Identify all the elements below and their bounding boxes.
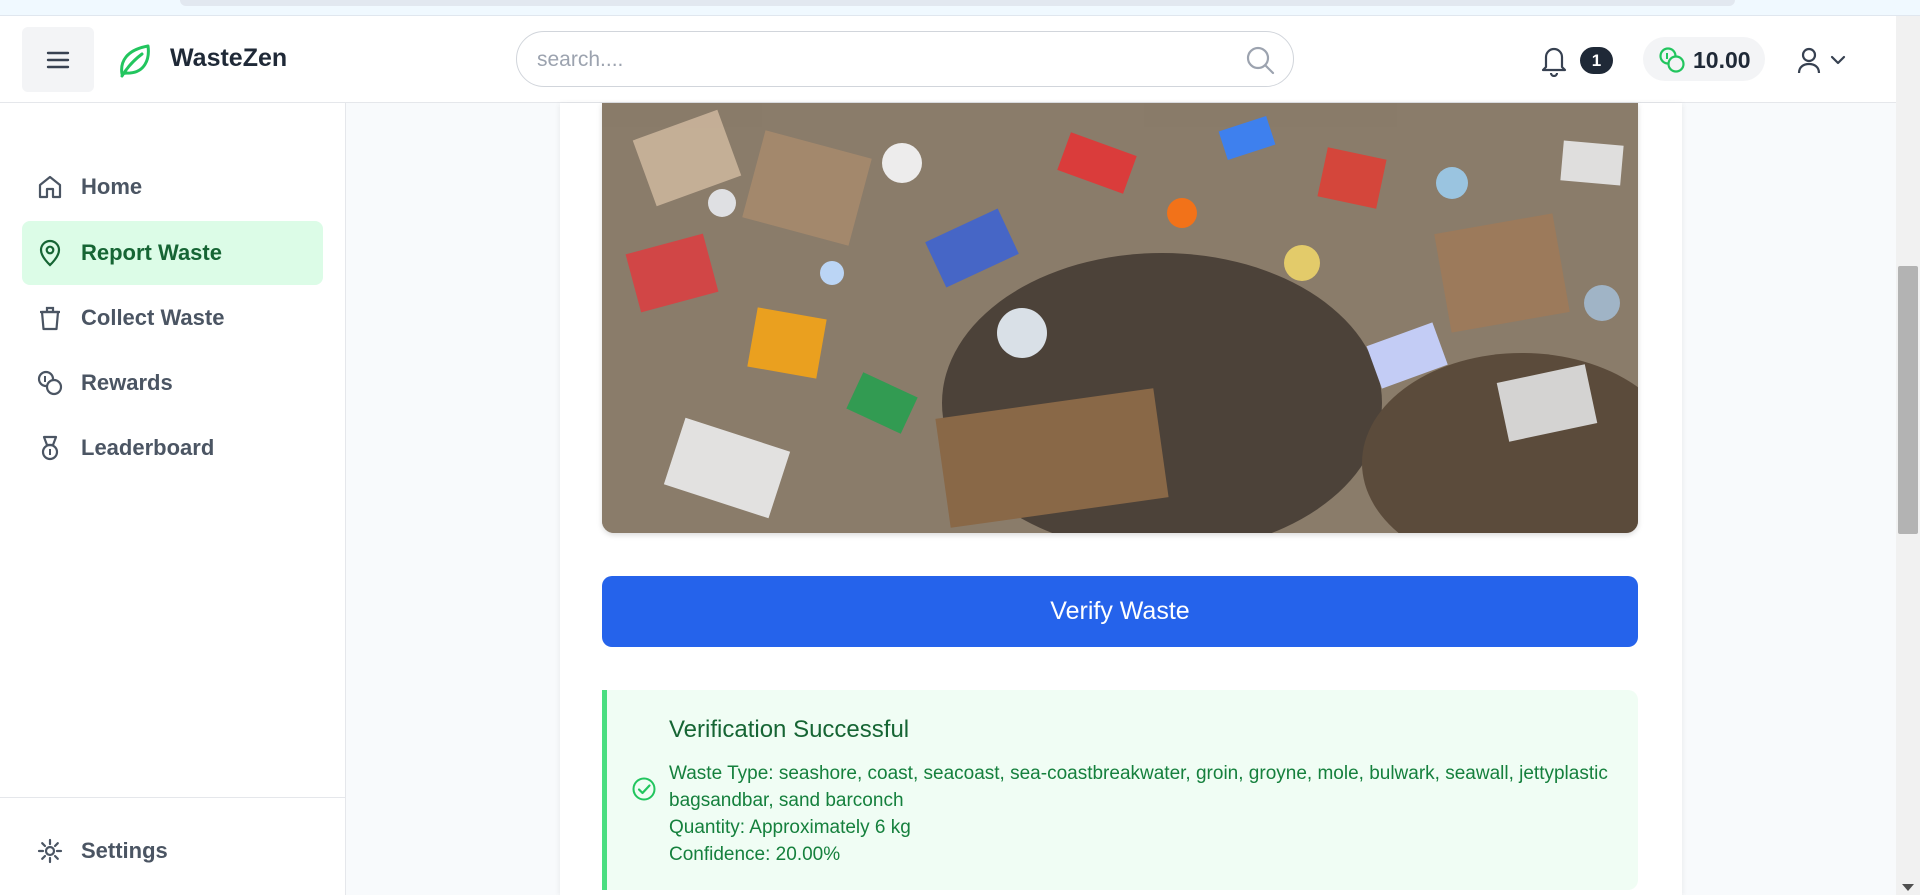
leaf-icon [120,44,150,78]
brand-name: WasteZen [170,44,288,72]
search-input[interactable] [537,42,1227,78]
balance-pill[interactable]: 10.00 [1643,37,1765,81]
chevron-down-icon[interactable] [1830,53,1846,67]
menu-button[interactable] [22,27,94,92]
sidebar-item-home[interactable]: Home [22,155,323,219]
sidebar-item-label: Home [81,174,143,199]
medal-icon [41,435,59,461]
bell-icon[interactable] [1538,43,1570,77]
result-waste-type: Waste Type: seashore, coast, seacoast, s… [669,763,1608,811]
trash-icon [40,306,60,331]
sidebar-item-label: Rewards [81,370,173,395]
sidebar-divider [0,797,345,798]
sidebar-item-report-waste[interactable]: Report Waste [22,221,323,285]
page-scrollbar[interactable] [1896,16,1920,895]
waste-photo [602,103,1638,533]
app-header: WasteZen 1 10.00 [0,16,1896,103]
search-icon[interactable] [1245,45,1275,75]
coins-icon [1659,47,1685,73]
notification-badge: 1 [1580,47,1613,74]
sidebar-item-settings[interactable]: Settings [22,819,323,883]
hamburger-icon [46,51,70,68]
sidebar-item-label: Report Waste [81,240,222,265]
home-icon [38,175,62,199]
sidebar: Home Report Waste Collect Waste Rewards … [0,103,346,895]
check-circle-icon [632,777,656,801]
sidebar-item-collect-waste[interactable]: Collect Waste [22,286,323,350]
result-quantity: Quantity: Approximately 6 kg [669,817,911,838]
sidebar-item-label: Collect Waste [81,305,225,330]
waste-photo-image [602,103,1638,533]
sidebar-item-leaderboard[interactable]: Leaderboard [22,416,323,480]
gear-icon [37,838,63,864]
result-title: Verification Successful [669,716,910,743]
search-box [516,31,1294,87]
verify-waste-button[interactable]: Verify Waste [602,576,1638,647]
balance-amount: 10.00 [1693,47,1751,73]
coins-icon [37,370,63,396]
user-icon[interactable] [1795,46,1823,74]
map-pin-icon [39,239,61,267]
scrollbar-thumb[interactable] [1898,266,1918,534]
scroll-down-arrow[interactable] [1902,884,1914,891]
verification-result: Verification Successful Waste Type: seas… [602,690,1638,890]
sidebar-item-label: Settings [81,838,168,863]
top-strip-pill [180,0,1735,6]
browser-top-strip [0,0,1920,16]
sidebar-item-rewards[interactable]: Rewards [22,351,323,415]
sidebar-item-label: Leaderboard [81,435,215,460]
result-confidence: Confidence: 20.00% [669,844,841,865]
